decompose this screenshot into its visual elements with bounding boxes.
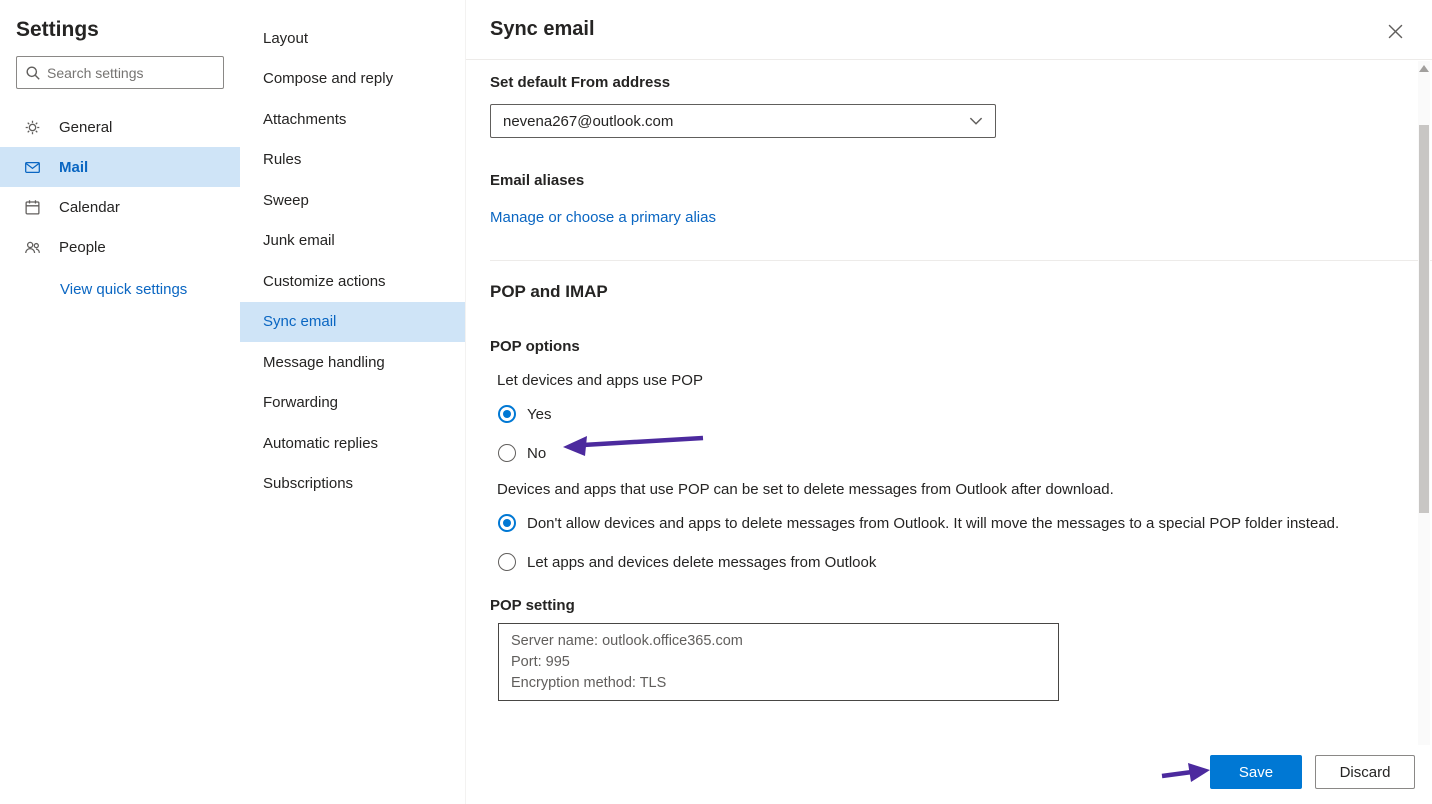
sidebar-item-label: Mail — [59, 159, 88, 176]
radio-pop-yes[interactable]: Yes — [490, 405, 1408, 423]
radio-dont-allow-delete[interactable]: Don't allow devices and apps to delete m… — [490, 514, 1408, 532]
sidebar-item-label: General — [59, 119, 112, 136]
radio-button[interactable] — [498, 553, 516, 571]
nav-item-attachments[interactable]: Attachments — [240, 99, 465, 140]
nav-item-layout[interactable]: Layout — [240, 18, 465, 59]
settings-title: Settings — [0, 14, 240, 56]
pop-delete-description: Devices and apps that use POP can be set… — [490, 481, 1408, 498]
close-icon[interactable] — [1384, 20, 1406, 42]
panel-content: Set default From address nevena267@outlo… — [466, 74, 1432, 701]
radio-label: No — [527, 445, 546, 462]
mail-settings-nav: Layout Compose and reply Attachments Rul… — [240, 0, 465, 804]
search-settings-input[interactable] — [47, 65, 228, 81]
nav-item-automatic-replies[interactable]: Automatic replies — [240, 423, 465, 464]
nav-item-customize-actions[interactable]: Customize actions — [240, 261, 465, 302]
radio-pop-no[interactable]: No — [490, 444, 1408, 462]
sidebar-item-people[interactable]: People — [0, 227, 240, 267]
from-address-value: nevena267@outlook.com — [503, 113, 969, 130]
sync-email-panel: Sync email Set default From address neve… — [465, 0, 1432, 804]
scroll-up-arrow-icon[interactable] — [1419, 65, 1429, 72]
nav-item-junk-email[interactable]: Junk email — [240, 221, 465, 262]
sidebar-item-calendar[interactable]: Calendar — [0, 187, 240, 227]
radio-button[interactable] — [498, 444, 516, 462]
calendar-icon — [24, 199, 41, 216]
discard-button[interactable]: Discard — [1315, 755, 1415, 789]
nav-item-sync-email[interactable]: Sync email — [240, 302, 465, 343]
nav-item-forwarding[interactable]: Forwarding — [240, 383, 465, 424]
sidebar-item-general[interactable]: General — [0, 107, 240, 147]
nav-item-compose-and-reply[interactable]: Compose and reply — [240, 59, 465, 100]
search-settings-box[interactable] — [16, 56, 224, 89]
pop-server-settings-box: Server name: outlook.office365.com Port:… — [498, 623, 1059, 701]
radio-label: Let apps and devices delete messages fro… — [527, 554, 876, 571]
sidebar-item-label: People — [59, 239, 106, 256]
pop-server-name: Server name: outlook.office365.com — [511, 631, 1046, 652]
nav-item-subscriptions[interactable]: Subscriptions — [240, 464, 465, 505]
sidebar-item-mail[interactable]: Mail — [0, 147, 240, 187]
vertical-scrollbar[interactable] — [1418, 61, 1430, 745]
radio-label: Don't allow devices and apps to delete m… — [527, 515, 1339, 532]
pop-imap-heading: POP and IMAP — [490, 282, 1408, 302]
settings-sidebar: Settings General Mail — [0, 0, 240, 804]
chevron-down-icon — [969, 117, 983, 126]
pop-encryption: Encryption method: TLS — [511, 673, 1046, 694]
pop-port: Port: 995 — [511, 652, 1046, 673]
radio-button-selected[interactable] — [498, 514, 516, 532]
scrollbar-thumb[interactable] — [1419, 125, 1429, 513]
gear-icon — [24, 119, 41, 136]
radio-label: Yes — [527, 406, 551, 423]
mail-icon — [24, 159, 41, 176]
nav-item-rules[interactable]: Rules — [240, 140, 465, 181]
people-icon — [24, 239, 41, 256]
manage-alias-link[interactable]: Manage or choose a primary alias — [490, 209, 716, 226]
email-aliases-label: Email aliases — [490, 172, 1408, 189]
from-address-label: Set default From address — [490, 74, 1408, 91]
radio-button-selected[interactable] — [498, 405, 516, 423]
section-divider — [490, 260, 1432, 261]
save-button[interactable]: Save — [1210, 755, 1302, 789]
sidebar-item-label: Calendar — [59, 199, 120, 216]
radio-allow-delete[interactable]: Let apps and devices delete messages fro… — [490, 553, 1408, 571]
pop-options-label: POP options — [490, 338, 1408, 355]
settings-dialog: Settings General Mail — [0, 0, 1432, 804]
use-pop-label: Let devices and apps use POP — [490, 372, 1408, 389]
view-quick-settings-link[interactable]: View quick settings — [0, 267, 240, 298]
search-icon — [25, 65, 41, 81]
panel-footer: Save Discard — [466, 740, 1432, 804]
nav-item-message-handling[interactable]: Message handling — [240, 342, 465, 383]
nav-item-sweep[interactable]: Sweep — [240, 180, 465, 221]
pop-setting-label: POP setting — [490, 597, 1408, 614]
from-address-dropdown[interactable]: nevena267@outlook.com — [490, 104, 996, 138]
panel-header: Sync email — [466, 0, 1432, 60]
panel-title: Sync email — [490, 18, 595, 41]
